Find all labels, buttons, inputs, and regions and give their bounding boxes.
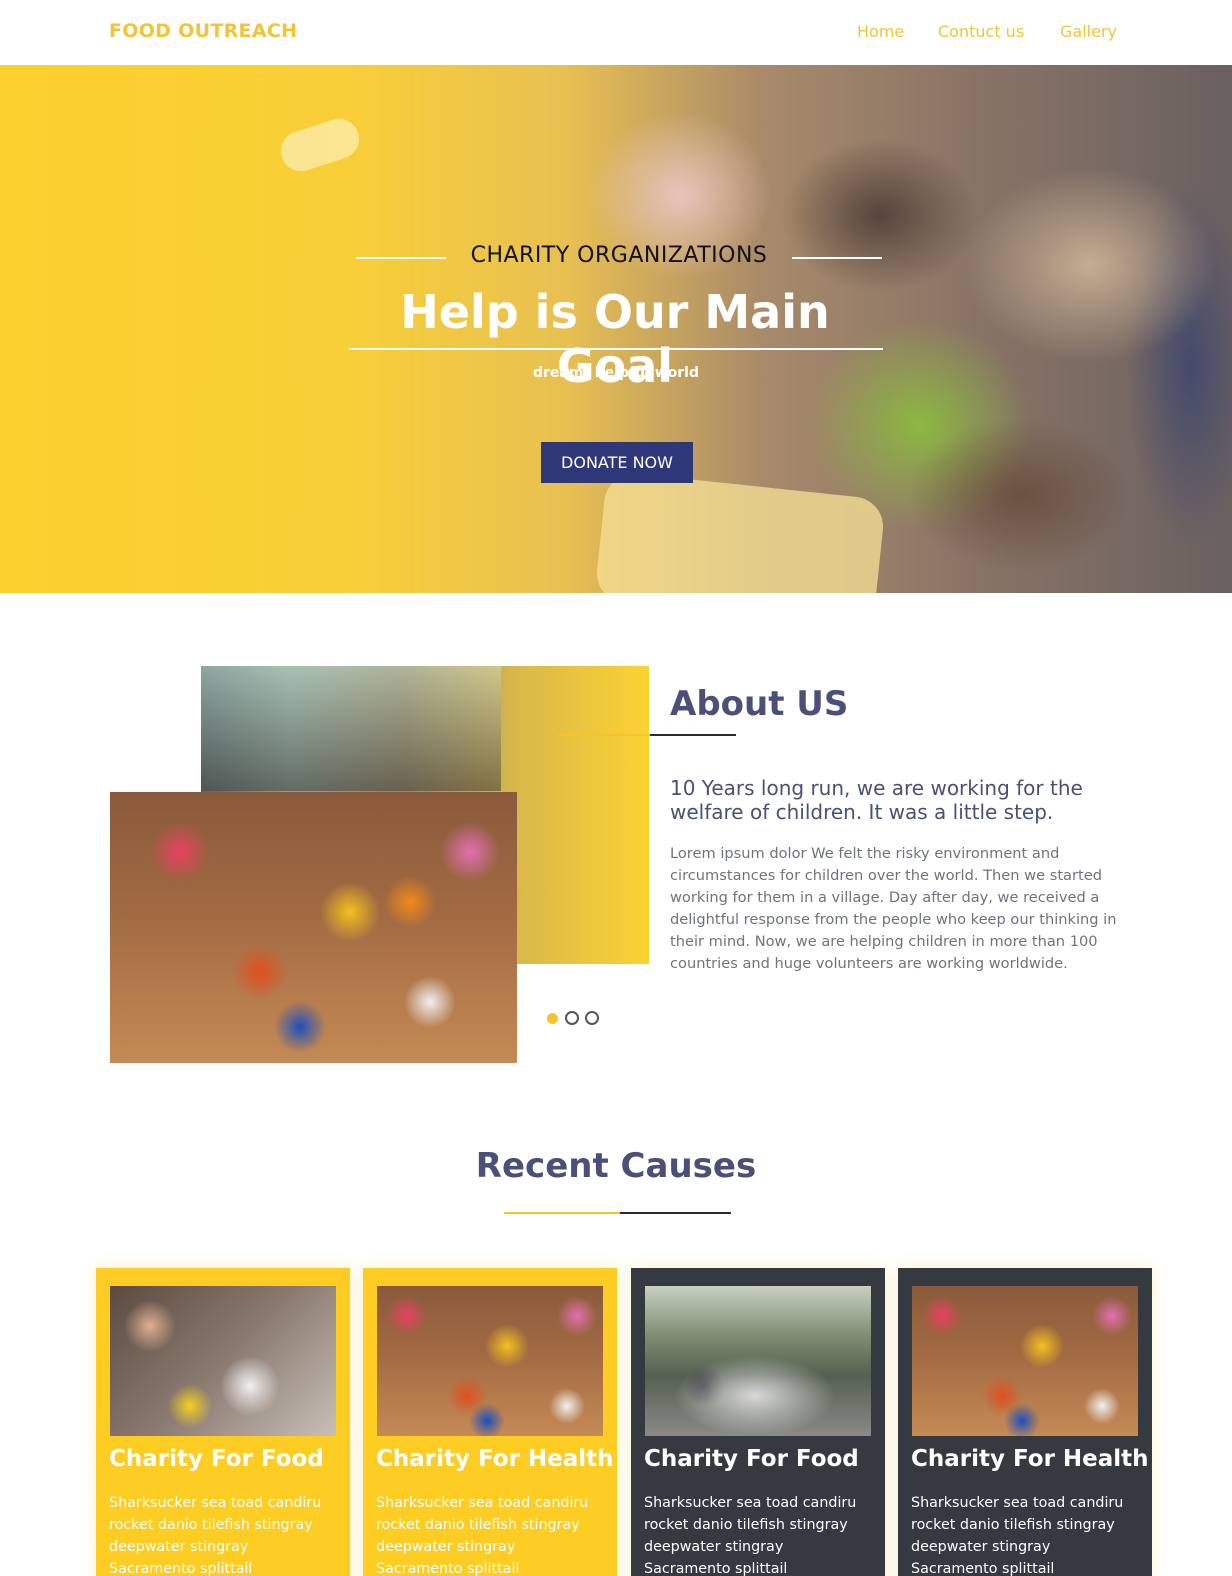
about-photo-back-detail [201,666,501,791]
slider-dot-3[interactable] [585,1011,599,1025]
about-body: Lorem ipsum dolor We felt the risky envi… [670,845,1117,972]
cause-card-title[interactable]: Charity For Food [109,1446,324,1472]
hero-banner: CHARITY ORGANIZATIONS Help is Our Main G… [0,65,1232,593]
nav-link-gallery[interactable]: Gallery [1060,22,1117,41]
cause-card-image [645,1286,871,1436]
about-photo-front [110,792,517,1063]
causes-title: Recent Causes [475,1146,757,1186]
hero-kicker: CHARITY ORGANIZATIONS [470,243,768,268]
about-underline-accent [558,734,650,736]
cause-card-image [912,1286,1138,1436]
cause-card[interactable]: Charity For Health Sharksucker sea toad … [898,1268,1152,1576]
cause-card-title[interactable]: Charity For Health [376,1446,614,1472]
slider-dot-1[interactable] [547,1013,558,1024]
donate-now-button[interactable]: DONATE NOW [541,442,693,483]
hero-kicker-line-right [792,257,882,259]
hero-subtitle: dream! helpful world [532,365,699,381]
about-lead: 10 Years long run, we are working for th… [670,776,1083,824]
hero-photo-spoon [275,113,365,177]
nav-link-contact[interactable]: Contuct us [938,22,1024,41]
cause-card[interactable]: Charity For Food Sharksucker sea toad ca… [631,1268,885,1576]
causes-underline-dark [620,1212,731,1214]
cause-card-title[interactable]: Charity For Food [644,1446,859,1472]
cause-card-image [377,1286,603,1436]
nav-link-home[interactable]: Home [857,22,904,41]
slider-dot-2[interactable] [565,1011,579,1025]
about-title: About US [670,684,849,724]
hero-kicker-block: CHARITY ORGANIZATIONS [356,243,882,273]
cause-card-title[interactable]: Charity For Health [911,1446,1149,1472]
cause-card-text: Sharksucker sea toad candiru rocket dani… [376,1495,589,1576]
hero-photo-plate [593,470,887,593]
brand-logo[interactable]: FOOD OUTREACH [109,20,297,42]
hero-title-underline [349,348,883,350]
cause-card-text: Sharksucker sea toad candiru rocket dani… [644,1495,857,1576]
navbar: FOOD OUTREACH Home Contuct us Gallery [0,0,1232,65]
cause-card-text: Sharksucker sea toad candiru rocket dani… [911,1495,1124,1576]
cause-card[interactable]: Charity For Health Sharksucker sea toad … [363,1268,617,1576]
causes-underline-accent [504,1212,620,1214]
cause-card-text: Sharksucker sea toad candiru rocket dani… [109,1495,322,1576]
cause-card-image [110,1286,336,1436]
about-underline-dark [650,734,736,736]
cause-card[interactable]: Charity For Food Sharksucker sea toad ca… [96,1268,350,1576]
